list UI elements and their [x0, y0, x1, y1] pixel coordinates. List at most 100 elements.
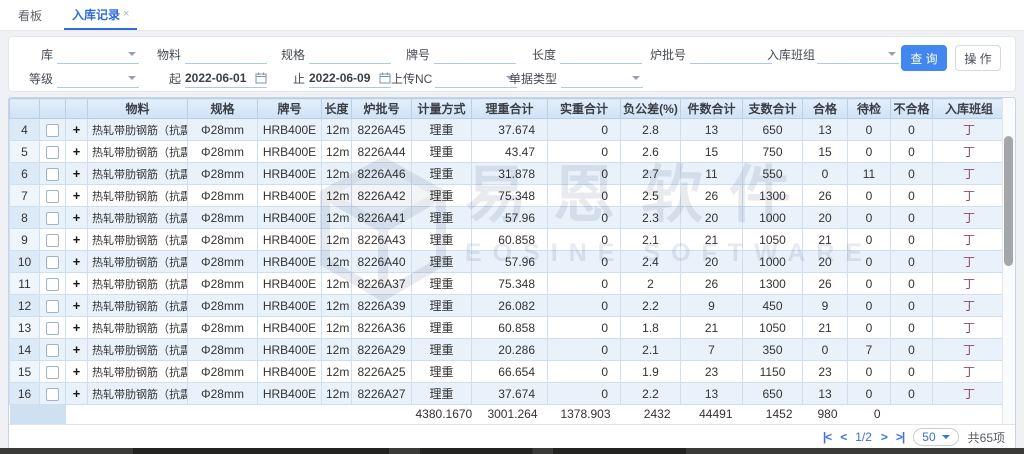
- length-input[interactable]: [560, 45, 642, 64]
- row-checkbox[interactable]: [46, 388, 59, 401]
- row-checkbox[interactable]: [46, 146, 59, 159]
- tab-dashboard[interactable]: 看板: [10, 0, 50, 30]
- spec-input[interactable]: [309, 45, 391, 64]
- cell-spec: Φ28mm: [188, 317, 258, 339]
- cell-batch: 8226A46: [352, 163, 412, 185]
- vertical-scrollbar[interactable]: [1002, 98, 1015, 425]
- expand-row-button[interactable]: +: [66, 383, 88, 405]
- summary-cell: [66, 405, 88, 424]
- cell-qualified: 0: [803, 339, 848, 361]
- cell-pieces: 26: [681, 185, 743, 207]
- checkbox-cell: [40, 361, 66, 383]
- cell-theory: 75.348: [472, 273, 548, 295]
- first-page-button[interactable]: |<: [823, 430, 831, 444]
- cell-unqualified: 0: [891, 295, 933, 317]
- filter-warehouse: 库: [19, 44, 139, 64]
- summary-total-tolerance: 2432: [621, 405, 681, 424]
- cell-pieces: 23: [681, 361, 743, 383]
- cell-unqualified: 0: [891, 229, 933, 251]
- table-row: 14+热轧带肋钢筋（抗震）Φ28mmHRB400E12m8226A29理重20.…: [10, 339, 1004, 361]
- expand-row-button[interactable]: +: [66, 339, 88, 361]
- page-size-value: 50: [922, 430, 935, 444]
- filter-date-to: 止 2022-06-09: [279, 68, 391, 88]
- cell-pieces: 13: [681, 383, 743, 405]
- tab-inbound-records[interactable]: 入库记录 ×: [64, 0, 137, 30]
- inbound-team-select[interactable]: [817, 45, 899, 64]
- expand-row-button[interactable]: +: [66, 207, 88, 229]
- table-row: 10+热轧带肋钢筋（抗震）Φ28mmHRB400E12m8226A40理重57.…: [10, 251, 1004, 273]
- brand-input[interactable]: [434, 45, 516, 64]
- row-checkbox[interactable]: [46, 190, 59, 203]
- cell-method: 理重: [412, 295, 472, 317]
- row-checkbox[interactable]: [46, 278, 59, 291]
- doc-type-select[interactable]: [561, 69, 643, 88]
- row-number: 11: [10, 273, 40, 295]
- row-checkbox[interactable]: [46, 234, 59, 247]
- expand-row-button[interactable]: +: [66, 185, 88, 207]
- expand-row-button[interactable]: +: [66, 251, 88, 273]
- cell-qualified: 0: [803, 163, 848, 185]
- operate-button[interactable]: 操 作: [955, 45, 1001, 71]
- expand-row-button[interactable]: +: [66, 141, 88, 163]
- column-header: 件数合计: [681, 99, 743, 119]
- cell-length: 12m: [322, 229, 352, 251]
- query-button[interactable]: 查 询: [901, 45, 947, 71]
- warehouse-select[interactable]: [57, 45, 139, 64]
- cell-tolerance: 1.9: [621, 361, 681, 383]
- cell-batch: 8226A45: [352, 119, 412, 141]
- furnace-batch-label: 炉批号: [646, 47, 686, 64]
- row-number: 6: [10, 163, 40, 185]
- grade-select[interactable]: [57, 69, 139, 88]
- date-to-input[interactable]: 2022-06-09: [309, 69, 391, 88]
- expand-row-button[interactable]: +: [66, 361, 88, 383]
- expand-row-button[interactable]: +: [66, 119, 88, 141]
- cell-pending: 11: [848, 163, 891, 185]
- row-checkbox[interactable]: [46, 344, 59, 357]
- furnace-batch-input[interactable]: [690, 45, 772, 64]
- material-input[interactable]: [185, 45, 267, 64]
- prev-page-button[interactable]: <: [840, 430, 846, 444]
- cell-unqualified: 0: [891, 207, 933, 229]
- close-tab-icon[interactable]: ×: [123, 8, 129, 20]
- cell-length: 12m: [322, 317, 352, 339]
- records-table: 物料规格牌号长度炉批号计量方式理重合计实重合计负公差(%)件数合计支数合计合格待…: [9, 98, 1003, 424]
- row-checkbox[interactable]: [46, 168, 59, 181]
- cell-batch: 8226A40: [352, 251, 412, 273]
- row-checkbox[interactable]: [46, 366, 59, 379]
- row-checkbox[interactable]: [46, 124, 59, 137]
- next-page-button[interactable]: >: [881, 430, 887, 444]
- cell-unqualified: 0: [891, 163, 933, 185]
- row-checkbox[interactable]: [46, 212, 59, 225]
- cell-length: 12m: [322, 361, 352, 383]
- cell-material: 热轧带肋钢筋（抗震）: [88, 207, 188, 229]
- last-page-button[interactable]: >|: [896, 430, 904, 444]
- date-from-input[interactable]: 2022-06-01: [185, 69, 267, 88]
- cell-pieces: 20: [681, 207, 743, 229]
- date-from-value: 2022-06-01: [185, 71, 246, 85]
- scrollbar-thumb[interactable]: [1004, 136, 1013, 266]
- summary-cell: [322, 405, 352, 424]
- expand-row-button[interactable]: +: [66, 317, 88, 339]
- cell-bars: 1050: [743, 317, 803, 339]
- row-checkbox[interactable]: [46, 300, 59, 313]
- expand-row-button[interactable]: +: [66, 229, 88, 251]
- expand-row-button[interactable]: +: [66, 163, 88, 185]
- calendar-icon: [255, 72, 267, 84]
- cell-unqualified: 0: [891, 251, 933, 273]
- column-header: 计量方式: [412, 99, 472, 119]
- summary-total-qualified: 980: [803, 405, 848, 424]
- cell-length: 12m: [322, 273, 352, 295]
- expand-row-button[interactable]: +: [66, 295, 88, 317]
- page-size-select[interactable]: 50: [913, 428, 958, 446]
- summary-cell: [10, 405, 40, 424]
- cell-theory: 31.878: [472, 163, 548, 185]
- row-checkbox[interactable]: [46, 322, 59, 335]
- cell-tolerance: 2.2: [621, 383, 681, 405]
- row-number: 10: [10, 251, 40, 273]
- upload-nc-select[interactable]: [435, 69, 517, 88]
- expand-row-button[interactable]: +: [66, 273, 88, 295]
- cell-material: 热轧带肋钢筋（抗震）: [88, 317, 188, 339]
- cell-tolerance: 2.6: [621, 141, 681, 163]
- row-checkbox[interactable]: [46, 256, 59, 269]
- row-number: 15: [10, 361, 40, 383]
